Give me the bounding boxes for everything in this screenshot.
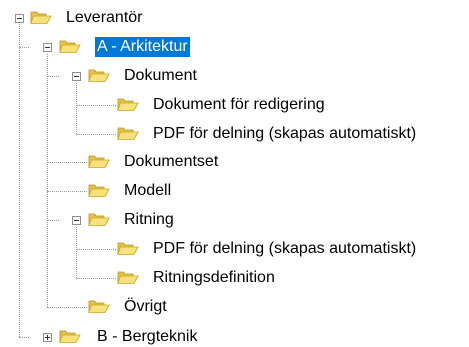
tree-node-dokumentset[interactable]: Dokumentset — [122, 152, 220, 172]
tree-node-pdf-for-delning[interactable]: PDF för delning (skapas automatiskt) — [151, 239, 418, 259]
open-folder-icon — [88, 182, 110, 198]
open-folder-icon — [88, 67, 110, 83]
open-folder-icon — [88, 298, 110, 314]
tree-line — [76, 249, 116, 250]
tree-node-a-arkitektur[interactable]: A - Arkitektur — [95, 37, 190, 57]
tree-line — [76, 83, 77, 134]
tree-line — [47, 54, 48, 307]
tree-node-ovrigt[interactable]: Övrigt — [122, 297, 169, 317]
folder-tree: Leverantör A - Arkitektur Dokument Dokum… — [0, 0, 469, 347]
tree-node-leverantor[interactable]: Leverantör — [64, 8, 145, 28]
tree-node-dokument-for-redigering[interactable]: Dokument för redigering — [151, 95, 327, 115]
tree-node-dokument[interactable]: Dokument — [122, 66, 199, 86]
open-folder-icon — [88, 153, 110, 169]
tree-node-b-bergteknik[interactable]: B - Bergteknik — [95, 327, 199, 347]
tree-node-ritningsdefinition[interactable]: Ritningsdefinition — [151, 268, 277, 288]
expand-toggle-b-bergteknik[interactable] — [43, 333, 52, 342]
tree-line — [47, 162, 87, 163]
expand-toggle-dokument[interactable] — [72, 72, 81, 81]
tree-line — [76, 227, 77, 278]
open-folder-icon — [59, 38, 81, 54]
tree-line — [47, 220, 59, 221]
expand-toggle-a-arkitektur[interactable] — [43, 43, 52, 52]
tree-line — [76, 134, 116, 135]
tree-node-modell[interactable]: Modell — [122, 181, 173, 201]
tree-line — [19, 47, 29, 48]
tree-node-ritning[interactable]: Ritning — [122, 210, 176, 230]
tree-line — [76, 105, 116, 106]
open-folder-icon — [117, 269, 139, 285]
expand-toggle-leverantor[interactable] — [15, 14, 24, 23]
open-folder-icon — [88, 211, 110, 227]
expand-toggle-ritning[interactable] — [72, 216, 81, 225]
open-folder-icon — [30, 9, 52, 25]
tree-line — [76, 278, 116, 279]
open-folder-icon — [117, 125, 139, 141]
tree-node-pdf-for-delning[interactable]: PDF för delning (skapas automatiskt) — [151, 124, 418, 144]
open-folder-icon — [117, 96, 139, 112]
tree-line — [19, 337, 29, 338]
tree-line — [19, 24, 20, 337]
open-folder-icon — [117, 240, 139, 256]
tree-line — [47, 191, 87, 192]
open-folder-icon — [59, 328, 81, 344]
tree-line — [47, 76, 59, 77]
tree-line — [47, 307, 87, 308]
